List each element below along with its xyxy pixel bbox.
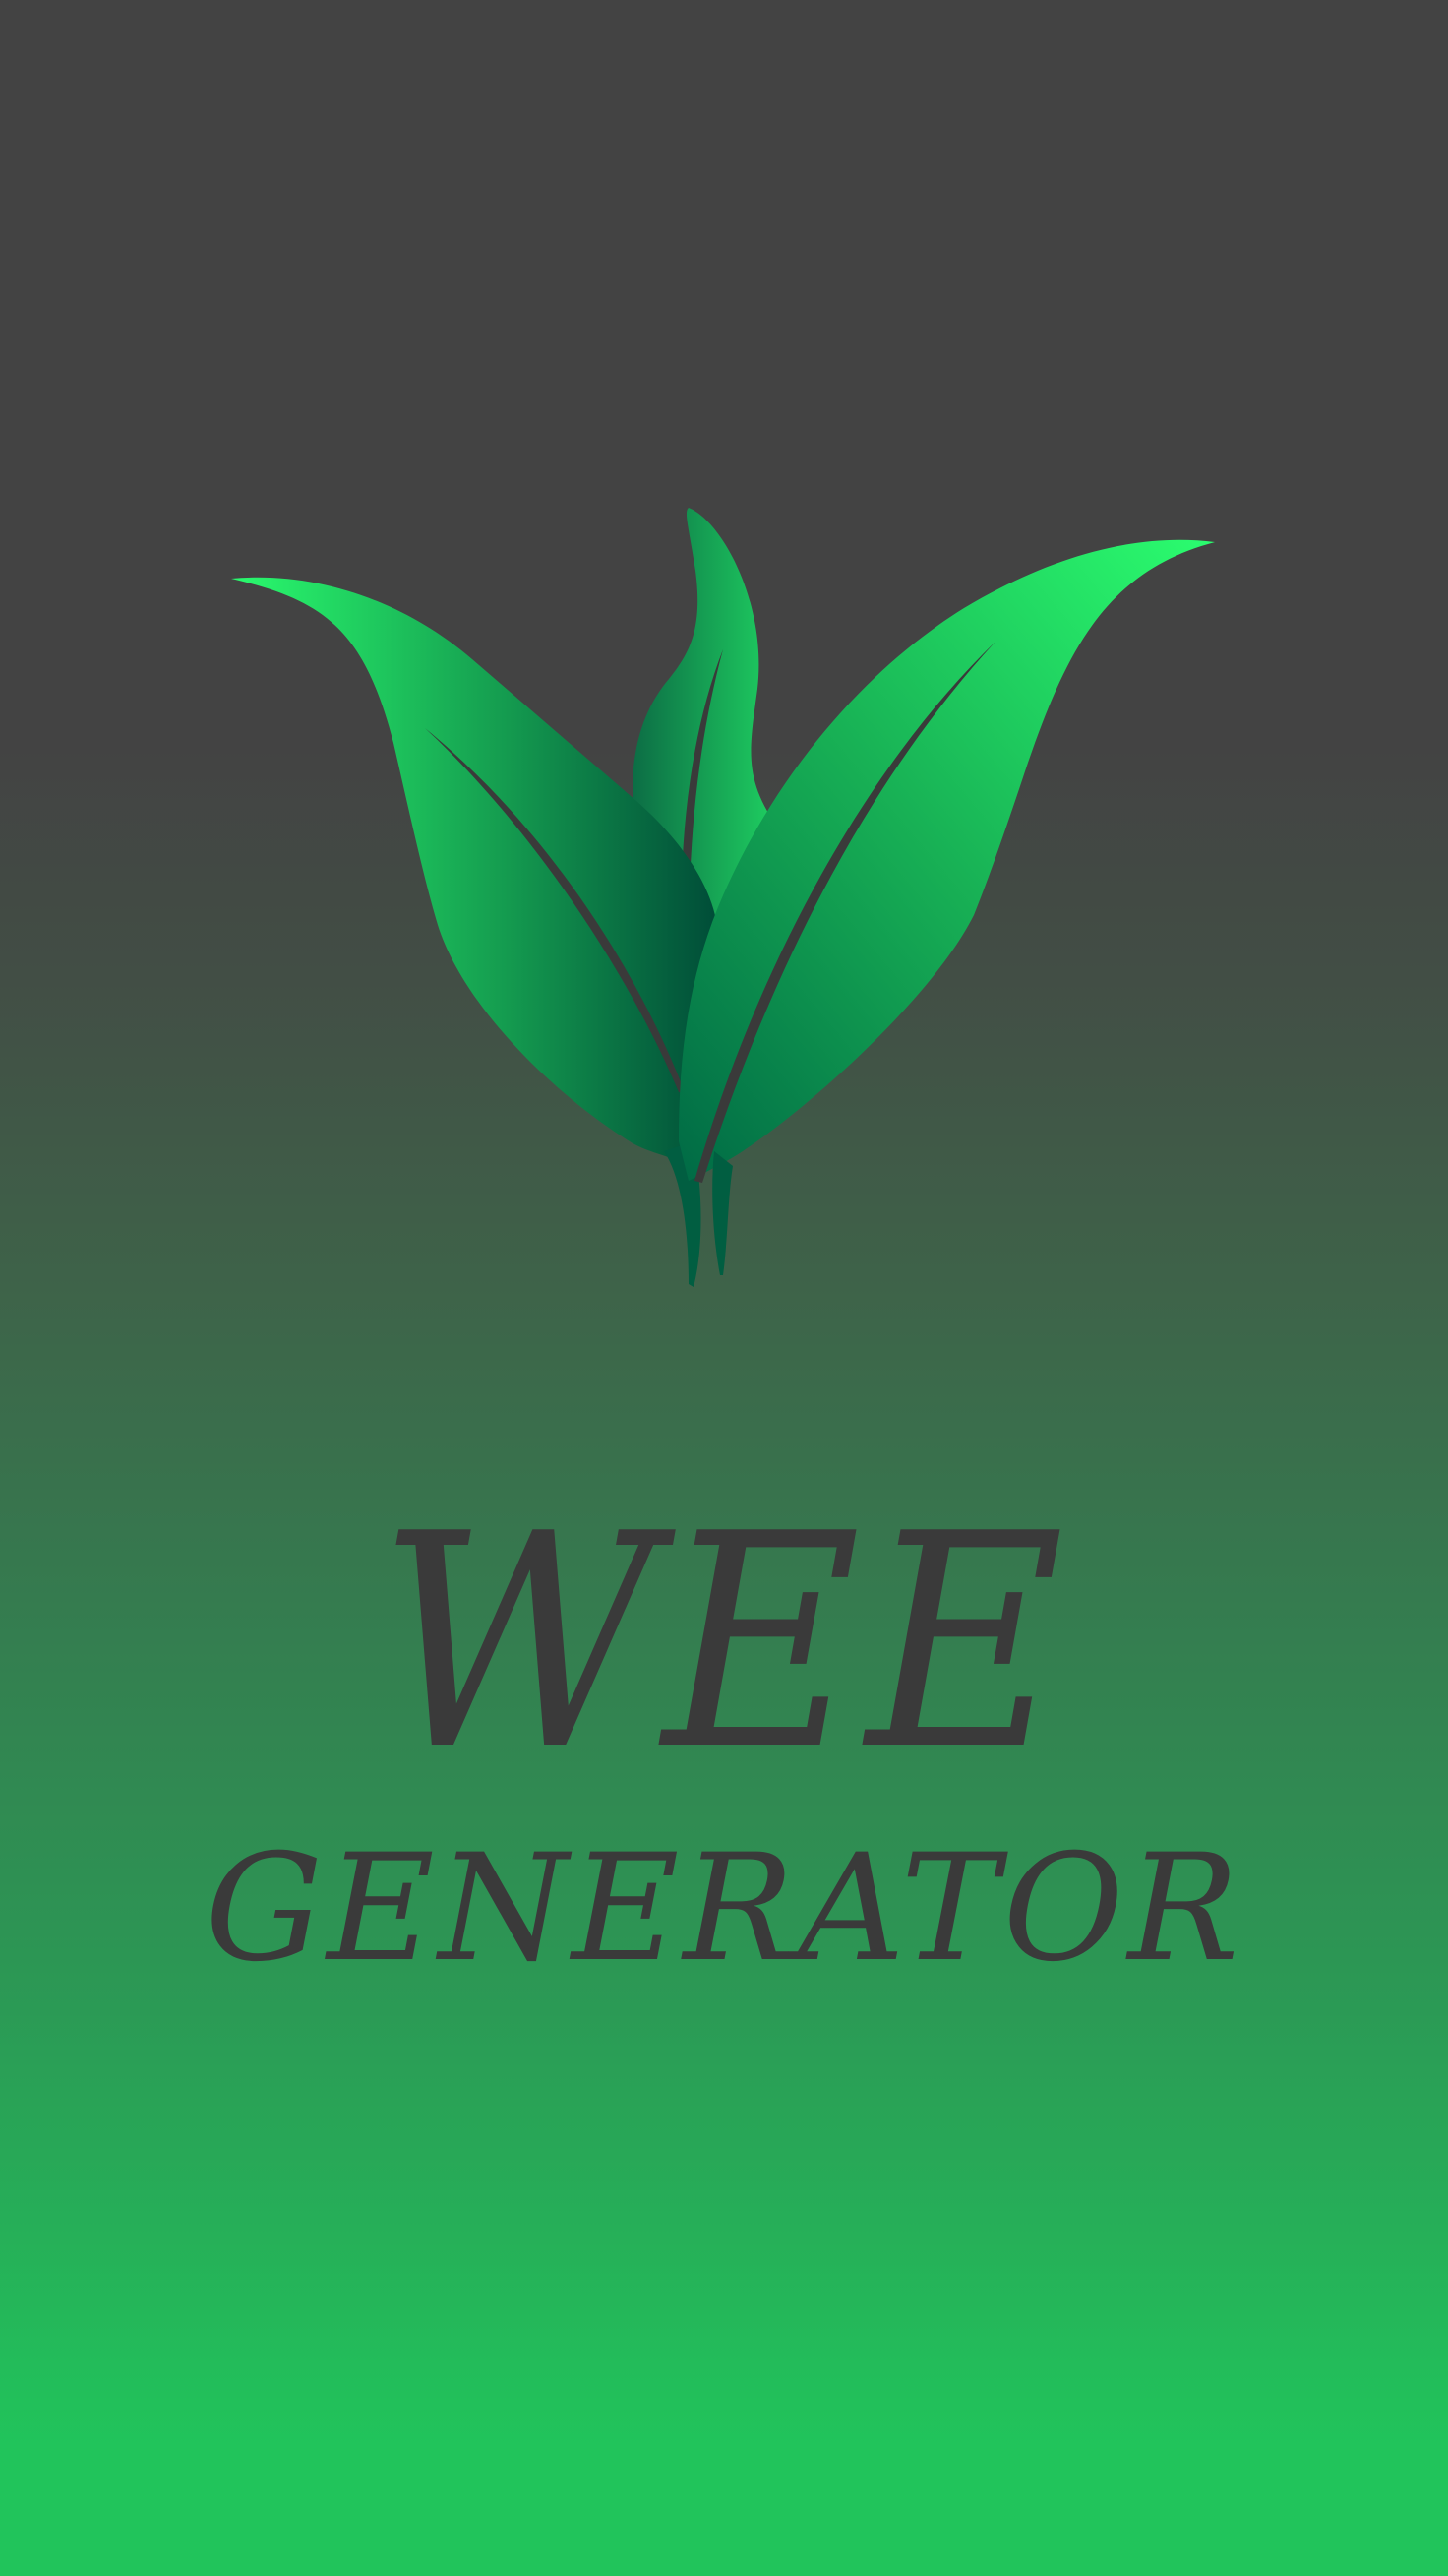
right-leaf [679, 539, 1215, 1181]
app-title-generator: GENERATOR [205, 1823, 1243, 1994]
left-leaf [231, 577, 716, 1166]
splash-screen: WEE GENERATOR [0, 0, 1448, 2576]
leaf-sprout-icon [231, 508, 1215, 1287]
app-title-wee: WEE [378, 1471, 1070, 1814]
right-stem [712, 1151, 733, 1275]
